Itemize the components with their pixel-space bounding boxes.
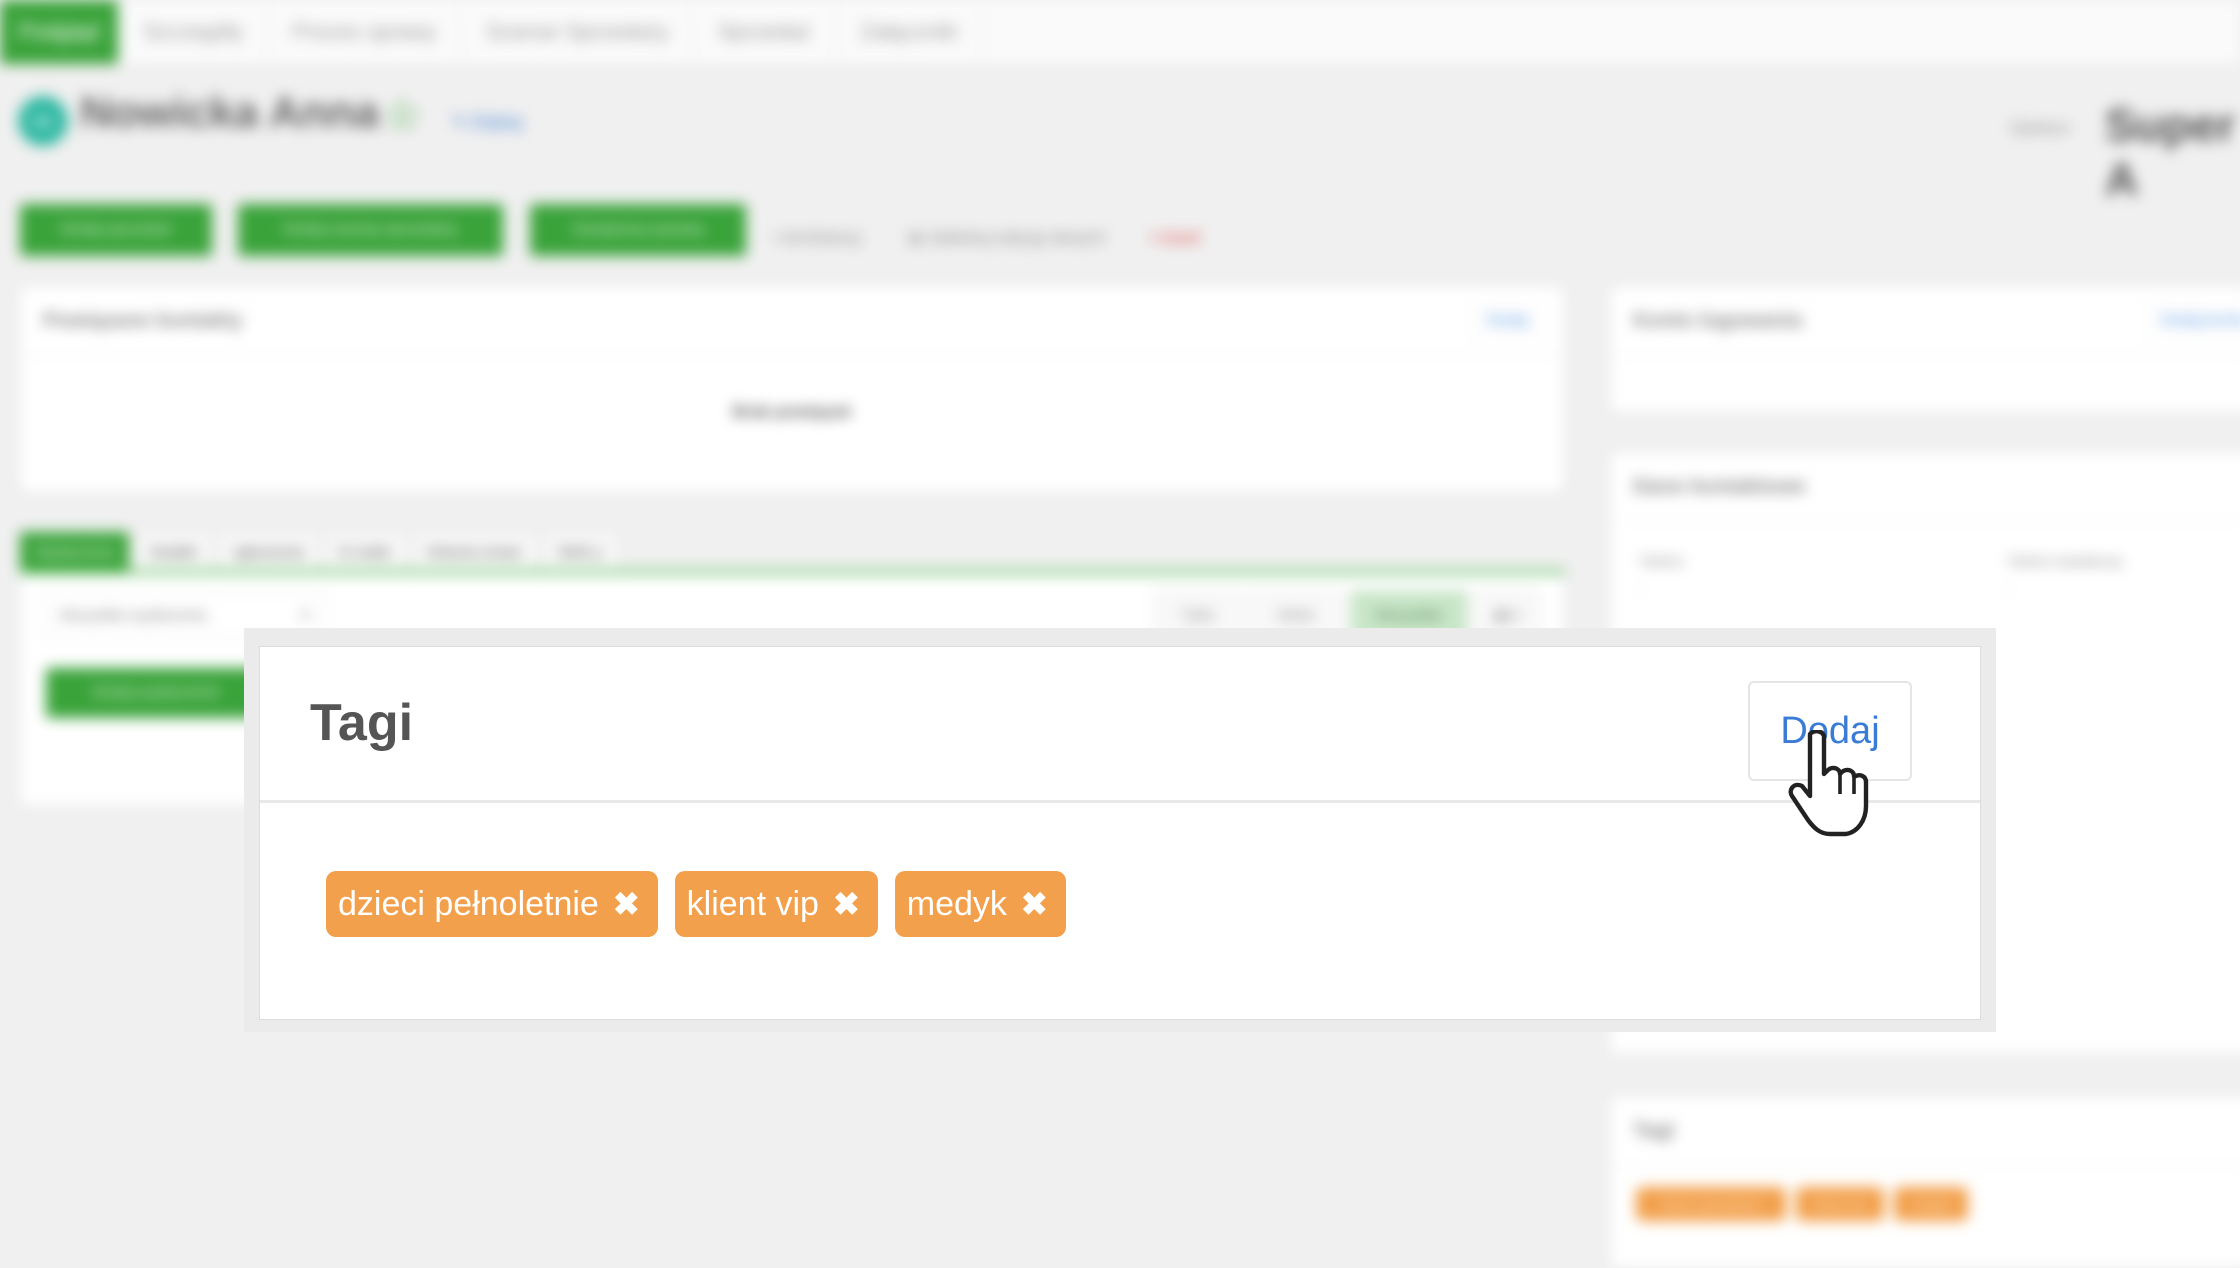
related-contacts-header: Powiązane kontakty Dodaj <box>21 287 1563 356</box>
delete-label: Usuń <box>1160 228 1201 247</box>
top-tab-bar: Podgląd Szczegóły Proces sprawy Szanse S… <box>0 0 2240 65</box>
tag-label: klient vip <box>686 884 819 923</box>
phone-value: - <box>1639 581 1644 597</box>
tab-zgloszenia[interactable]: zgłoszenia <box>217 532 319 572</box>
small-tag-3: medyk <box>1894 1187 1968 1221</box>
tags-panel-header: Tagi Dodaj <box>260 647 1980 803</box>
register-case-button[interactable]: Zarejestruj sprawę <box>530 204 746 256</box>
phone-label: Telefon <box>1639 553 1685 569</box>
event-filter-value: Wszystkie wydarzenia <box>59 606 207 624</box>
related-add-button[interactable]: Dodaj <box>1473 305 1541 337</box>
tag-chip: dzieci pełnoletnie ✖ <box>326 871 658 937</box>
empty-text: Brak powiązań <box>732 402 852 421</box>
login-add-button[interactable]: Dodaj konto <box>2147 305 2240 337</box>
owner-label: Opiekun <box>2010 120 2070 137</box>
tab-proces-sprawy[interactable]: Proces sprawy <box>268 0 462 64</box>
tags-panel-title: Tagi <box>310 694 414 752</box>
archive-link[interactable]: ▪ Archiwizuj <box>774 228 860 248</box>
tag-label: medyk <box>906 884 1007 923</box>
owner-value: Super A <box>2105 99 2236 205</box>
remove-tag-icon[interactable]: ✖ <box>833 885 860 923</box>
tab-zalaczniki[interactable]: Załączniki <box>836 0 983 64</box>
tab-podglad[interactable]: Podgląd <box>0 0 119 64</box>
add-sale-button[interactable]: Dodaj sprzedaż <box>20 204 212 256</box>
small-tag-1: dzieci pełnoletnie <box>1636 1187 1786 1221</box>
tab-szczegoly[interactable]: Szczegóły <box>119 0 269 64</box>
tag-label: dzieci pełnoletnie <box>338 884 599 923</box>
tags-card-small: Tagi <box>1610 1096 2240 1268</box>
tab-szanse-sprzedazy[interactable]: Szanse Sprzedaży <box>462 0 694 64</box>
activity-tabs: Wydarzenia Notatki zgłoszenia E-maile Hi… <box>20 532 624 572</box>
phone2-value: - <box>2007 581 2012 597</box>
tab-smsy[interactable]: SMS-y <box>542 532 618 572</box>
remove-tag-icon[interactable]: ✖ <box>613 885 640 923</box>
phone2-label: Telefon dodatkowy <box>2007 553 2123 569</box>
remove-tag-icon[interactable]: ✖ <box>1021 885 1048 923</box>
tab-sprzedaz[interactable]: Sprzedaż <box>694 0 836 64</box>
edit-label: Edytuj <box>472 112 523 132</box>
lock-edit-link[interactable]: ◍ Zablokuj edycję danych <box>908 228 1105 248</box>
login-account-card: Konto logowania Dodaj konto <box>1610 286 2240 412</box>
tag-chip: klient vip ✖ <box>674 871 878 937</box>
contact-data-header: Dane kontaktowe <box>1611 453 2240 522</box>
page-title: Nowicka Anna <box>80 88 380 137</box>
related-contacts-title: Powiązane kontakty <box>43 309 243 332</box>
add-event-button[interactable]: Dodaj wydarzenie <box>46 668 266 718</box>
tab-wydarzenia[interactable]: Wydarzenia <box>20 532 130 572</box>
tag-list: dzieci pełnoletnie ✖ klient vip ✖ medyk … <box>326 871 1083 937</box>
contact-data-title: Dane kontaktowe <box>1633 475 1806 498</box>
tags-small-title: Tagi <box>1633 1119 1675 1142</box>
edit-link[interactable]: ✎ Edytuj <box>452 112 522 133</box>
hand-cursor-icon <box>1788 730 1869 837</box>
delete-link[interactable]: ▪ Usuń <box>1150 228 1200 248</box>
small-tag-2: klient vip <box>1796 1187 1884 1221</box>
related-contacts-card: Powiązane kontakty Dodaj Brak powiązań <box>20 286 1564 492</box>
star-icon[interactable]: ☆ <box>383 90 422 141</box>
tags-small-header: Tagi <box>1611 1097 2240 1166</box>
add-opportunity-button[interactable]: Dodaj szansę sprzedaży <box>238 204 503 256</box>
lock-edit-label: Zablokuj edycję danych <box>927 228 1106 247</box>
chevron-down-icon: ▾ <box>301 607 309 624</box>
avatar: NA <box>18 96 68 146</box>
login-header: Konto logowania Dodaj konto <box>1611 287 2240 356</box>
tab-notatki[interactable]: Notatki <box>135 532 212 572</box>
tag-chip: medyk ✖ <box>894 871 1066 937</box>
login-title: Konto logowania <box>1633 309 1803 332</box>
tags-panel-zoom: Tagi Dodaj dzieci pełnoletnie ✖ klient v… <box>259 646 1981 1020</box>
tab-historia[interactable]: Historia zmian <box>411 532 537 572</box>
archive-label: Archiwizuj <box>783 228 861 247</box>
tab-emaile[interactable]: E-maile <box>324 532 406 572</box>
